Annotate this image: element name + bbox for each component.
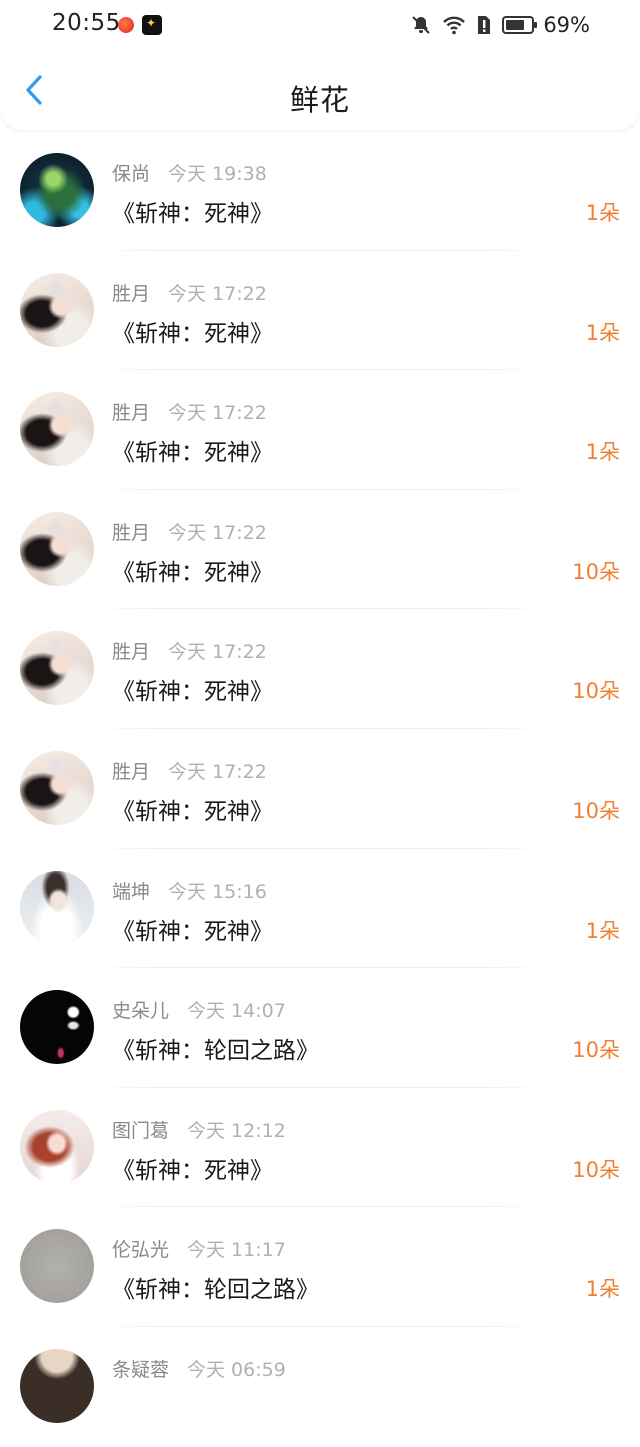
- avatar[interactable]: [20, 990, 94, 1065]
- list-item[interactable]: 伦弘光 今天 11:17 《斩神：轮回之路》 1朵: [0, 1207, 640, 1327]
- user-name[interactable]: 胜月: [112, 641, 150, 663]
- user-name[interactable]: 胜月: [112, 522, 150, 544]
- app-notification-icon-2: [142, 15, 162, 35]
- flower-count: 10朵: [572, 1038, 620, 1063]
- list-item[interactable]: 胜月 今天 17:22 《斩神：死神》 10朵: [0, 490, 640, 610]
- avatar[interactable]: [20, 750, 94, 825]
- user-name[interactable]: 胜月: [112, 283, 150, 305]
- timestamp: 今天 12:12: [187, 1119, 286, 1142]
- book-title[interactable]: 《斩神：死神》: [112, 672, 273, 706]
- book-title[interactable]: 《斩神：死神》: [112, 194, 273, 228]
- flower-count: 1朵: [585, 201, 620, 225]
- list-item[interactable]: 保尚 今天 19:38 《斩神：死神》 1朵: [0, 131, 640, 251]
- avatar[interactable]: [20, 631, 94, 706]
- book-title[interactable]: 《斩神：轮回之路》: [112, 1270, 319, 1304]
- book-title[interactable]: 《斩神：死神》: [112, 553, 273, 587]
- list-item[interactable]: 条疑蓉 今天 06:59: [0, 1327, 640, 1447]
- user-name[interactable]: 保尚: [112, 163, 150, 185]
- flower-count: 10朵: [572, 679, 620, 704]
- flower-count: 10朵: [572, 559, 620, 584]
- user-name[interactable]: 伦弘光: [112, 1239, 169, 1261]
- user-name[interactable]: 胜月: [112, 402, 150, 424]
- flower-count: 10朵: [572, 798, 620, 823]
- app-notification-icon: [118, 17, 134, 33]
- battery-icon: [502, 16, 537, 34]
- user-name[interactable]: 端坤: [112, 881, 150, 903]
- flower-record-list: 保尚 今天 19:38 《斩神：死神》 1朵 胜月 今天 17:22 《斩神：死神》…: [0, 131, 640, 1447]
- flower-count: 1朵: [585, 440, 620, 465]
- avatar[interactable]: [20, 272, 94, 347]
- status-bar: 20:55 69%: [0, 0, 640, 50]
- book-title[interactable]: 《斩神：死神》: [112, 433, 273, 467]
- timestamp: 今天 17:22: [168, 521, 267, 544]
- timestamp: 今天 19:38: [168, 163, 267, 185]
- user-name[interactable]: 图门葛: [112, 1120, 169, 1142]
- flower-count: 1朵: [585, 1277, 620, 1302]
- timestamp: 今天 17:22: [168, 282, 267, 305]
- avatar[interactable]: [20, 1348, 94, 1423]
- book-title[interactable]: 《斩神：死神》: [112, 792, 273, 826]
- flower-count: 1朵: [585, 918, 620, 943]
- nav-bar: 鲜花: [0, 50, 640, 130]
- timestamp: 今天 17:22: [168, 760, 267, 783]
- status-icons: [410, 12, 538, 38]
- wifi-icon: [443, 16, 465, 35]
- user-name[interactable]: 胜月: [112, 761, 150, 783]
- timestamp: 今天 11:17: [187, 1239, 286, 1262]
- list-item[interactable]: 胜月 今天 17:22 《斩神：死神》 1朵: [0, 251, 640, 371]
- avatar[interactable]: [20, 870, 94, 945]
- user-name[interactable]: 史朵儿: [112, 1000, 169, 1022]
- avatar[interactable]: [20, 1109, 94, 1184]
- list-item[interactable]: 图门葛 今天 12:12 《斩神：死神》 10朵: [0, 1088, 640, 1208]
- mute-bell-icon: [412, 16, 430, 34]
- book-title[interactable]: 《斩神：死神》: [112, 912, 273, 946]
- list-item[interactable]: 端坤 今天 15:16 《斩神：死神》 1朵: [0, 849, 640, 969]
- list-item[interactable]: 胜月 今天 17:22 《斩神：死神》 1朵: [0, 370, 640, 490]
- list-item[interactable]: 史朵儿 今天 14:07 《斩神：轮回之路》 10朵: [0, 968, 640, 1088]
- page-title: 鲜花: [289, 83, 350, 117]
- timestamp: 今天 15:16: [168, 880, 267, 903]
- sim-alert-icon: [478, 16, 490, 34]
- flower-count: 10朵: [572, 1157, 620, 1182]
- book-title[interactable]: 《斩神：死神》: [112, 1151, 273, 1185]
- timestamp: 今天 17:22: [168, 402, 267, 425]
- list-item[interactable]: 胜月 今天 17:22 《斩神：死神》 10朵: [0, 729, 640, 849]
- avatar[interactable]: [20, 392, 94, 467]
- book-title[interactable]: 《斩神：死神》: [112, 314, 273, 348]
- list-item[interactable]: 胜月 今天 17:22 《斩神：死神》 10朵: [0, 609, 640, 729]
- status-time: 20:55: [52, 10, 121, 36]
- avatar[interactable]: [20, 153, 94, 227]
- flower-count: 1朵: [585, 320, 620, 345]
- avatar[interactable]: [20, 1229, 94, 1304]
- timestamp: 今天 14:07: [187, 1000, 286, 1023]
- book-title[interactable]: 《斩神：轮回之路》: [112, 1031, 319, 1065]
- avatar[interactable]: [20, 511, 94, 586]
- timestamp: 今天 17:22: [168, 641, 267, 664]
- battery-percent: 69%: [543, 13, 590, 37]
